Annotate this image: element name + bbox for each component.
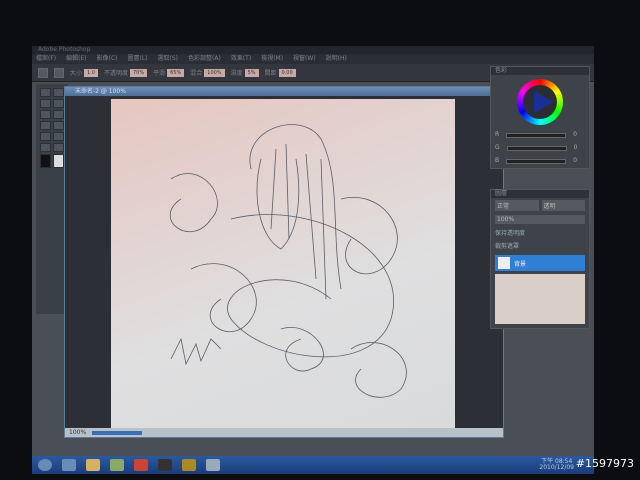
spacing-field[interactable]: 0.00 bbox=[278, 68, 296, 77]
option-label: 平滑 bbox=[153, 70, 166, 77]
size-field[interactable]: 1.0 bbox=[84, 68, 98, 77]
document-status-bar: 100% bbox=[65, 428, 503, 437]
g-value[interactable]: 0 bbox=[574, 144, 578, 153]
menu-select[interactable]: 選取(S) bbox=[158, 54, 179, 64]
option-label: 混合 bbox=[190, 70, 203, 77]
menu-layer[interactable]: 圖層(L) bbox=[128, 54, 148, 64]
document-title: 未命名-2 @ 100% bbox=[75, 88, 126, 95]
hand-tool-icon[interactable] bbox=[40, 143, 51, 152]
menu-image[interactable]: 影像(C) bbox=[97, 54, 118, 64]
paint-app-icon[interactable] bbox=[206, 459, 220, 471]
option-spacing: 間距 0.00 bbox=[265, 68, 296, 77]
color-panel-title: 色彩 bbox=[491, 67, 589, 75]
channel-label: B bbox=[495, 157, 500, 164]
watermark: #1597973 bbox=[575, 457, 634, 470]
option-label: 不透明度 bbox=[103, 70, 128, 77]
layers-panel-title: 圖層 bbox=[491, 190, 589, 198]
option-label: 大小 bbox=[70, 70, 83, 77]
channel-label: G bbox=[495, 144, 500, 151]
taskbar: 下午 08:54 2010/12/09 bbox=[32, 456, 594, 474]
panel-dock: 色彩 R0 G0 B0 圖層 正常 透明 100% 保持透明度 裁剪遮罩 背景 bbox=[490, 66, 590, 396]
slider-g: G0 bbox=[491, 142, 589, 155]
drawing-canvas[interactable] bbox=[111, 99, 455, 429]
clock-date: 2010/12/09 bbox=[539, 464, 574, 471]
color-panel: 色彩 R0 G0 B0 bbox=[490, 66, 590, 169]
menu-adjust[interactable]: 色彩調整(A) bbox=[188, 54, 221, 64]
preserve-transparency-checkbox[interactable]: 保持透明度 bbox=[495, 228, 525, 237]
slider-r: R0 bbox=[491, 129, 589, 142]
option-size: 大小 1.0 bbox=[70, 68, 98, 77]
layer-thumbnail bbox=[498, 257, 510, 269]
document-titlebar: 未命名-2 @ 100%x bbox=[65, 87, 503, 96]
folder-icon[interactable] bbox=[86, 459, 100, 471]
color-triangle[interactable] bbox=[534, 91, 553, 113]
slider-b: B0 bbox=[491, 155, 589, 168]
color-wheel[interactable] bbox=[517, 79, 563, 125]
clipping-mask-checkbox[interactable]: 裁剪遮罩 bbox=[495, 241, 519, 250]
sketch-drawing bbox=[169, 124, 407, 398]
option-opacity: 不透明度 70% bbox=[103, 68, 148, 77]
zoom-readout[interactable]: 100% bbox=[69, 429, 86, 436]
zoom-tool-icon[interactable] bbox=[53, 143, 64, 152]
screen: Adobe Photoshop 檔案(F) 編輯(E) 影像(C) 圖層(L) … bbox=[32, 46, 594, 474]
foreground-color-swatch[interactable] bbox=[40, 154, 51, 168]
wand-tool-icon[interactable] bbox=[53, 99, 64, 108]
fill-tool-icon[interactable] bbox=[53, 121, 64, 130]
menu-file[interactable]: 檔案(F) bbox=[36, 54, 56, 64]
text-tool-icon[interactable] bbox=[40, 132, 51, 141]
menu-view[interactable]: 檢視(M) bbox=[261, 54, 283, 64]
lasso-tool-icon[interactable] bbox=[40, 99, 51, 108]
channel-label: R bbox=[495, 131, 500, 138]
move-tool-icon[interactable] bbox=[40, 88, 51, 97]
option-label: 間距 bbox=[264, 70, 277, 77]
layer-name: 背景 bbox=[514, 260, 527, 268]
g-slider[interactable] bbox=[506, 146, 567, 151]
system-clock[interactable]: 下午 08:54 2010/12/09 bbox=[539, 459, 574, 471]
option-label: 濕度 bbox=[230, 70, 243, 77]
progress-bar bbox=[92, 430, 143, 435]
brush-mode-icon[interactable] bbox=[54, 67, 64, 78]
menu-window[interactable]: 視窗(W) bbox=[293, 54, 316, 64]
crop-tool-icon[interactable] bbox=[40, 110, 51, 119]
document-window: 未命名-2 @ 100%x 100% bbox=[64, 86, 504, 438]
start-button-icon[interactable] bbox=[38, 459, 52, 471]
taskbar-app-icon[interactable] bbox=[158, 459, 172, 471]
layer-list-area bbox=[495, 274, 585, 324]
smooth-field[interactable]: 65% bbox=[167, 68, 185, 77]
background-color-swatch[interactable] bbox=[53, 154, 64, 168]
taskbar-app-icon[interactable] bbox=[62, 459, 76, 471]
opacity-field[interactable]: 70% bbox=[129, 68, 148, 77]
taskbar-app-icon[interactable] bbox=[110, 459, 124, 471]
option-wet: 濕度 5% bbox=[231, 68, 259, 77]
r-value[interactable]: 0 bbox=[573, 131, 577, 140]
marquee-tool-icon[interactable] bbox=[53, 88, 64, 97]
option-smooth: 平滑 65% bbox=[153, 68, 185, 77]
blend-mode-select[interactable]: 正常 bbox=[495, 200, 539, 211]
menu-bar: 檔案(F) 編輯(E) 影像(C) 圖層(L) 選取(S) 色彩調整(A) 效果… bbox=[32, 54, 594, 64]
b-slider[interactable] bbox=[506, 159, 567, 164]
blend-select[interactable]: 透明 bbox=[541, 200, 585, 211]
b-value[interactable]: 0 bbox=[573, 157, 577, 166]
app-titlebar: Adobe Photoshop bbox=[32, 46, 594, 54]
layer-opacity-field[interactable]: 100% bbox=[495, 215, 585, 224]
brush-tool-icon[interactable] bbox=[53, 110, 64, 119]
wet-field[interactable]: 5% bbox=[244, 68, 259, 77]
blend-field[interactable]: 100% bbox=[204, 68, 225, 77]
pen-tool-icon[interactable] bbox=[53, 132, 64, 141]
menu-help[interactable]: 說明(H) bbox=[326, 54, 347, 64]
layers-panel: 圖層 正常 透明 100% 保持透明度 裁剪遮罩 背景 bbox=[490, 189, 590, 329]
option-blend: 混合 100% bbox=[190, 68, 225, 77]
brush-preset-icon[interactable] bbox=[38, 67, 48, 78]
layer-row[interactable]: 背景 bbox=[495, 255, 585, 271]
taskbar-app-icon[interactable] bbox=[182, 459, 196, 471]
menu-edit[interactable]: 編輯(E) bbox=[66, 54, 86, 64]
menu-effects[interactable]: 效果(T) bbox=[231, 54, 251, 64]
r-slider[interactable] bbox=[506, 133, 567, 138]
firefox-icon[interactable] bbox=[134, 459, 148, 471]
eraser-tool-icon[interactable] bbox=[40, 121, 51, 130]
